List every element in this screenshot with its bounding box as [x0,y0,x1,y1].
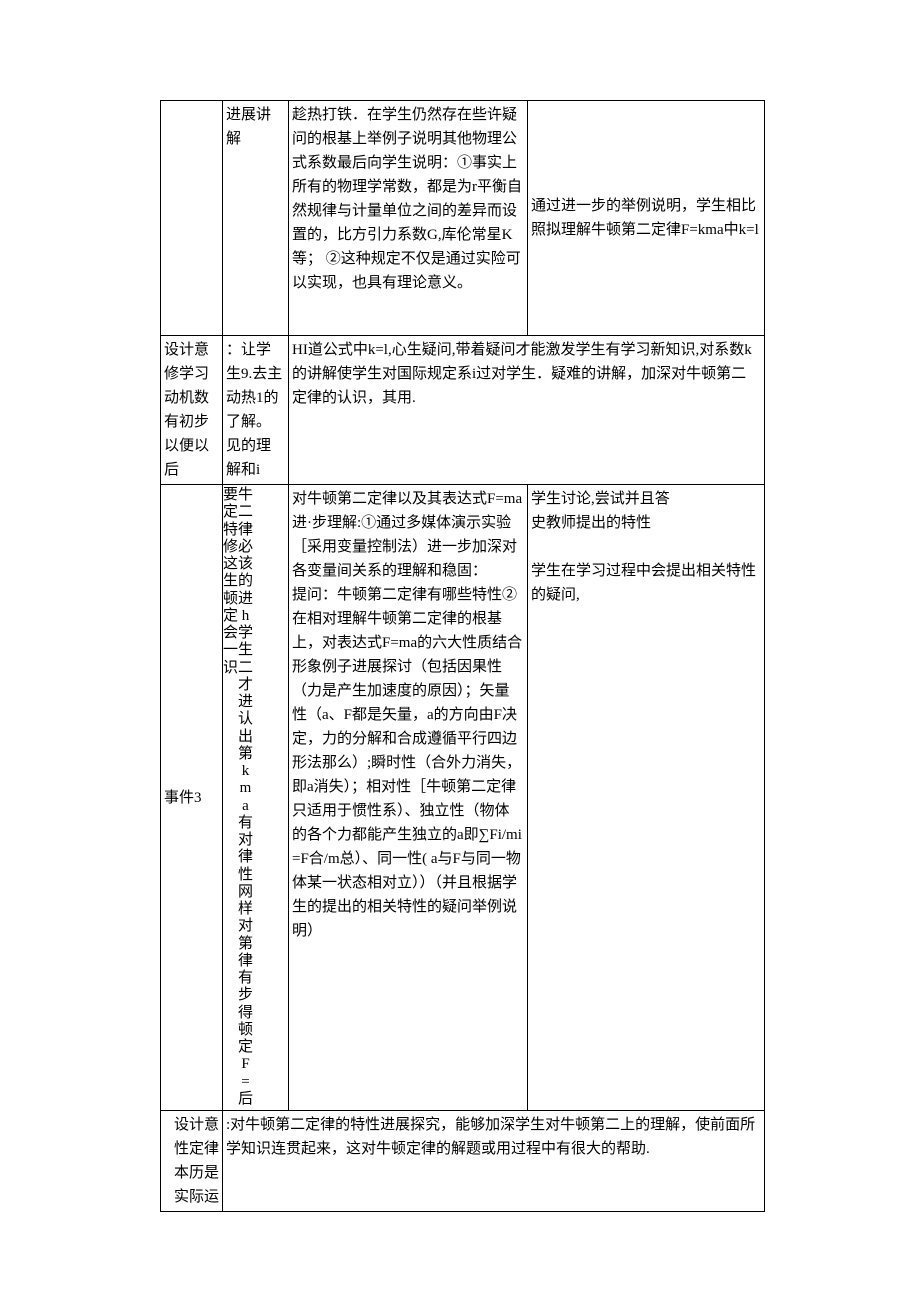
table-row: 事件3 要定特修这生顿定会一识 牛二律必该的进h学生二才进认出第kma有对律性网… [161,485,765,1111]
lesson-plan-table: 进展讲解 趁热打铁．在学生仍然存在些许疑问的根基上举例子说明其他物理公式系数最后… [160,100,765,1212]
table-row: 设计意修学习动机数有初步以便以后 ：让学生9.去主动热1的了解。见的理解和i H… [161,336,765,485]
vertical-text-b: 牛二律必该的进h学生二才进认出第kma有对律性网样对第律有步得顿定F=后 [238,487,253,1108]
cell-r2c3: HI道公式中k=l,心生疑问,带着疑问才能激发学生有学习新知识,对系数k的讲解使… [289,336,765,485]
cell-r2c2: ：让学生9.去主动热1的了解。见的理解和i [223,336,289,485]
cell-r3c4: 学生讨论,尝试并且答 史教师提出的特性 学生在学习过程中会提出相关特性的疑问, [528,485,765,1111]
cell-r4c2: :对牛顿第二定律的特性进展探究，能够加深学生对牛顿第二上的理解，使前面所学知识连… [223,1111,765,1212]
cell-r1c1 [161,101,223,336]
cell-r3c3: 对牛顿第二定律以及其表达式F=ma进·步理解:①通过多媒体演示实验［采用变量控制… [289,485,528,1111]
cell-r1c3: 趁热打铁．在学生仍然存在些许疑问的根基上举例子说明其他物理公式系数最后向学生说明… [289,101,528,336]
cell-r4c1: 设计意性定律本历是实际运 [161,1111,223,1212]
cell-r3c1: 事件3 [161,485,223,1111]
cell-r1c4: 通过进一步的举例说明，学生相比照拟理解牛顿第二定律F=kma中k=l [528,101,765,336]
cell-r3c2: 要定特修这生顿定会一识 牛二律必该的进h学生二才进认出第kma有对律性网样对第律… [223,485,289,1111]
table-row: 进展讲解 趁热打铁．在学生仍然存在些许疑问的根基上举例子说明其他物理公式系数最后… [161,101,765,336]
table-row: 设计意性定律本历是实际运 :对牛顿第二定律的特性进展探究，能够加深学生对牛顿第二… [161,1111,765,1212]
vertical-text-a: 要定特修这生顿定会一识 [223,487,238,677]
document-page: 进展讲解 趁热打铁．在学生仍然存在些许疑问的根基上举例子说明其他物理公式系数最后… [0,0,920,1301]
cell-r1c2: 进展讲解 [223,101,289,336]
cell-r2c1: 设计意修学习动机数有初步以便以后 [161,336,223,485]
